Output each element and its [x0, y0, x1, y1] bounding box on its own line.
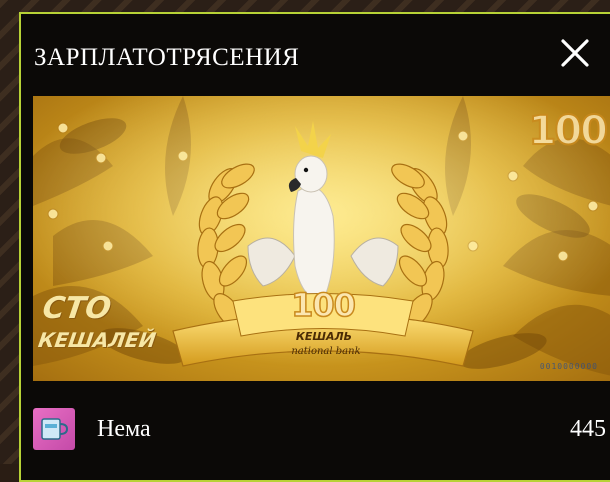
close-button[interactable]: [558, 36, 592, 70]
banknote-word-amount: СТО: [40, 291, 114, 326]
avatar: [33, 408, 75, 450]
banknote-image: СТО КЕШАЛЕЙ 100 100 КЕШАЛЬ national bank…: [33, 96, 610, 381]
owner-row: Нема 445: [33, 402, 610, 452]
mug-icon: [41, 418, 69, 440]
owner-name: Нема: [97, 416, 151, 442]
banknote-currency: КЕШАЛЬ: [295, 330, 353, 343]
banknote-serial: 0010000000: [539, 362, 598, 371]
modal-title: ЗАРПЛАТОТРЯСЕНИЯ: [34, 44, 300, 71]
close-icon: [561, 39, 589, 67]
banknote-center-denomination: 100: [290, 285, 356, 325]
owner-value: 445: [570, 416, 606, 442]
banknote-bank-name: national bank: [291, 346, 361, 357]
banknote-corner-denomination: 100: [528, 107, 609, 155]
banknote-word-currency: КЕШАЛЕЙ: [36, 328, 158, 352]
banknote-words: СТО КЕШАЛЕЙ: [36, 291, 162, 352]
salary-modal: ЗАРПЛАТОТРЯСЕНИЯ СТО КЕШАЛЕЙ 100 100 КЕШ…: [19, 12, 610, 482]
